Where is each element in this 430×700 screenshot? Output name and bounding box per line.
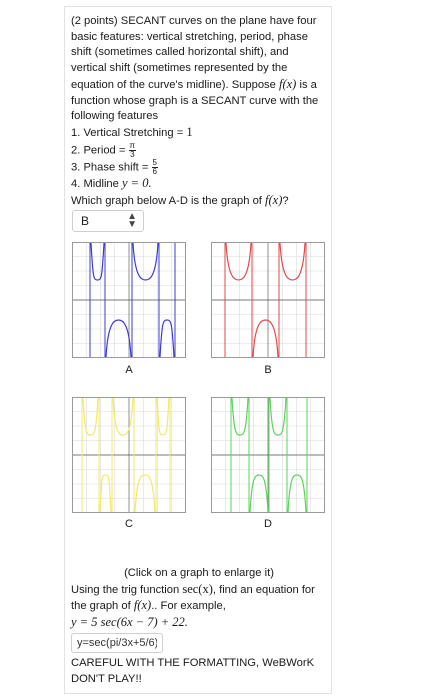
equation-instructions: Using the trig function sec(x), find an … xyxy=(71,581,315,613)
graph-c[interactable] xyxy=(72,397,186,513)
graph-d-label: D xyxy=(264,518,272,530)
answer-section: (Click on a graph to enlarge it) Using t… xyxy=(71,566,327,687)
answer-select[interactable]: B ▲ ▼ xyxy=(72,210,144,232)
feature-1: 1. Vertical Stretching = 1 xyxy=(71,124,193,139)
graph-b-label: B xyxy=(264,364,272,376)
select-updown-icon: ▲ ▼ xyxy=(127,211,137,230)
formatting-warning: CAREFUL WITH THE FORMATTING, WeBWorK DON… xyxy=(71,656,315,685)
question-prompt: Which graph below A-D is the graph of f(… xyxy=(71,192,289,207)
question-intro: (2 points) SECANT curves on the plane ha… xyxy=(71,15,319,123)
question-text: (2 points) SECANT curves on the plane ha… xyxy=(71,14,327,209)
graph-d[interactable] xyxy=(211,397,325,513)
example-equation: y = 5 sec(6x − 7) + 22. xyxy=(71,615,188,630)
fx-math: f(x) xyxy=(279,76,297,91)
graph-a-label: A xyxy=(125,364,133,376)
feature-2: 2. Period = π 3 xyxy=(71,140,137,159)
feature-3: 3. Phase shift = 5 6 xyxy=(71,157,158,176)
graph-c-label: C xyxy=(125,518,133,530)
graph-b[interactable] xyxy=(211,242,325,358)
phase-fraction: 5 6 xyxy=(151,157,158,176)
enlarge-hint: (Click on a graph to enlarge it) xyxy=(124,567,274,579)
equation-answer-input[interactable] xyxy=(71,632,163,653)
answer-select-value: B xyxy=(81,214,90,228)
graph-a[interactable] xyxy=(72,242,186,358)
period-fraction: π 3 xyxy=(128,140,137,159)
feature-4: 4. Midline y = 0. xyxy=(71,175,152,190)
